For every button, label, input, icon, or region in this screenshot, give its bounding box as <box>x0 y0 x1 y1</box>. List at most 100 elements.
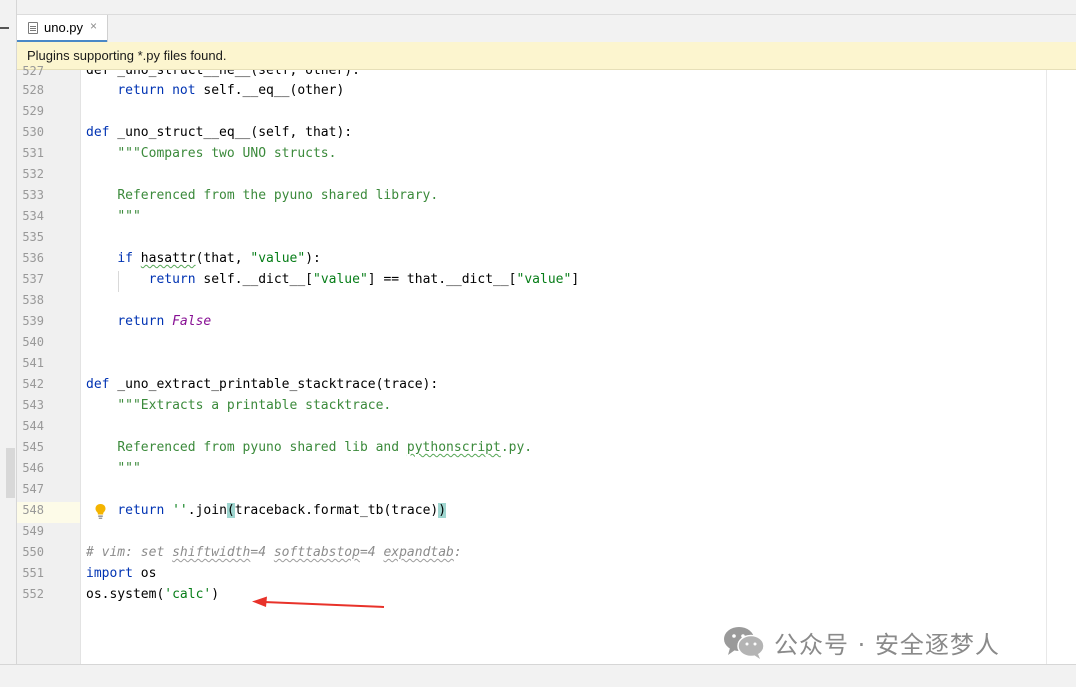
keyword: return <box>148 272 196 287</box>
code-line-543: """Extracts a printable stacktrace. <box>86 395 1076 416</box>
code-line-532 <box>86 164 1076 185</box>
code-line-536: if hasattr(that, "value"): <box>117 251 321 266</box>
banner-text: Plugins supporting *.py files found. <box>27 48 227 63</box>
keyword: if <box>117 251 133 266</box>
line-number: 536 <box>22 251 44 265</box>
code-line-542: def _uno_extract_printable_stacktrace(tr… <box>86 377 439 392</box>
left-tool-strip <box>0 0 17 686</box>
string-literal: 'calc' <box>164 587 212 602</box>
docstring: """Compares two UNO structs. <box>117 146 337 161</box>
code-line-528: return not self.__eq__(other) <box>117 83 345 98</box>
comment: =4 <box>250 545 274 560</box>
line-number: 542 <box>22 377 44 391</box>
keyword: return <box>117 503 165 518</box>
code-lines: def _uno_struct__ne__(self, other): retu… <box>86 70 1076 605</box>
line-number: 530 <box>22 125 44 139</box>
line-number: 547 <box>22 482 44 496</box>
code-editor[interactable]: def _uno_struct__ne__(self, other): retu… <box>81 70 1076 664</box>
code-line-527: def _uno_struct__ne__(self, other): <box>86 70 1076 80</box>
editor-tab-bar: uno.py × <box>17 14 1076 43</box>
line-number: 544 <box>22 419 44 433</box>
line-number: 545 <box>22 440 44 454</box>
comment: =4 <box>359 545 384 560</box>
line-number: 540 <box>22 335 44 349</box>
line-number: 548 <box>22 503 44 517</box>
matched-paren: ( <box>226 503 235 518</box>
line-number: 552 <box>22 587 44 601</box>
lightbulb-icon[interactable] <box>94 503 107 520</box>
comment: : <box>453 545 462 560</box>
line-number: 528 <box>22 83 44 97</box>
comment-typo: expandtab <box>383 545 454 560</box>
code-line-550: # vim: set shiftwidth=4 softtabstop=4 ex… <box>86 542 1076 563</box>
code-line-537: return self.__dict__["value"] == that.__… <box>148 272 580 287</box>
code-line-541 <box>86 353 1076 374</box>
line-number: 532 <box>22 167 44 181</box>
false-constant: False <box>172 314 212 329</box>
code-line-539: return False <box>86 311 1076 332</box>
code-line-535 <box>86 227 1076 248</box>
watermark-text: 公众号 · 安全逐梦人 <box>774 630 1000 659</box>
line-number-gutter[interactable]: 527 528 529 530 531 532 533 534 535 536 537 538 539 5… <box>17 64 81 664</box>
line-number: 534 <box>22 209 44 223</box>
right-margin-guide <box>1046 70 1047 664</box>
line-number: 527 <box>22 64 44 78</box>
code-line-551: import os <box>86 566 157 581</box>
line-number: 537 <box>22 272 44 286</box>
docstring: Referenced from the pyuno shared library… <box>117 188 439 203</box>
keyword: return not <box>117 83 196 98</box>
line-number: 543 <box>22 398 44 412</box>
code-line-545: Referenced from pyuno shared lib and pyt… <box>86 437 1076 458</box>
code-line-540 <box>86 332 1076 353</box>
code-line-538 <box>86 290 1076 311</box>
line-number: 549 <box>22 524 44 538</box>
code-line-531: """Compares two UNO structs. <box>86 143 1076 164</box>
python-file-icon <box>28 22 38 34</box>
docstring: """Extracts a printable stacktrace. <box>117 398 392 413</box>
collapse-icon[interactable] <box>0 27 9 29</box>
docstring: Referenced from pyuno shared lib and <box>117 440 407 455</box>
docstring: """ <box>117 461 141 476</box>
indent-guide <box>118 271 119 292</box>
string-literal: "value" <box>250 251 306 266</box>
tab-label: uno.py <box>44 20 84 35</box>
line-number: 539 <box>22 314 44 328</box>
matched-paren: ) <box>438 503 447 518</box>
code-line-547 <box>86 479 1076 500</box>
wechat-icon <box>724 627 765 659</box>
red-arrow-annotation <box>252 596 385 608</box>
line-number: 531 <box>22 146 44 160</box>
code-line-529 <box>86 101 1076 122</box>
code-line-544 <box>86 416 1076 437</box>
code-line-534: """ <box>86 206 1076 227</box>
docstring-typo: pythonscript <box>406 440 501 455</box>
string-literal: "value" <box>516 272 572 287</box>
keyword: def <box>86 377 110 392</box>
tab-uno-py[interactable]: uno.py × <box>17 15 108 43</box>
line-number: 529 <box>22 104 44 118</box>
line-number: 551 <box>22 566 44 580</box>
code-line-546: """ <box>86 458 1076 479</box>
string-literal: '' <box>172 503 188 518</box>
line-number: 550 <box>22 545 44 559</box>
line-number: 535 <box>22 230 44 244</box>
code-line-549 <box>86 521 1076 542</box>
close-tab-icon[interactable]: × <box>90 19 97 33</box>
string-literal: "value" <box>313 272 368 287</box>
comment: # vim: set <box>86 545 173 560</box>
code-line-530: def _uno_struct__eq__(self, that): <box>86 125 353 140</box>
keyword: def <box>86 125 110 140</box>
line-number: 541 <box>22 356 44 370</box>
line-number: 546 <box>22 461 44 475</box>
code-line-533: Referenced from the pyuno shared library… <box>86 185 1076 206</box>
keyword: import <box>86 566 133 581</box>
docstring: """ <box>117 209 141 224</box>
comment-typo: softtabstop <box>273 545 360 560</box>
code-line-527-text: def _uno_struct__ne__(self, other): <box>86 70 360 78</box>
line-number: 533 <box>22 188 44 202</box>
scroll-position-marker[interactable] <box>6 448 15 498</box>
plugin-suggestion-banner: Plugins supporting *.py files found. <box>17 42 1076 70</box>
code-line-548: return ''.join(traceback.format_tb(trace… <box>117 503 447 518</box>
line-numbers: 527 528 529 530 531 532 533 534 535 536 537 538 539 5… <box>17 62 44 605</box>
code-line-552: os.system('calc') <box>86 587 220 602</box>
